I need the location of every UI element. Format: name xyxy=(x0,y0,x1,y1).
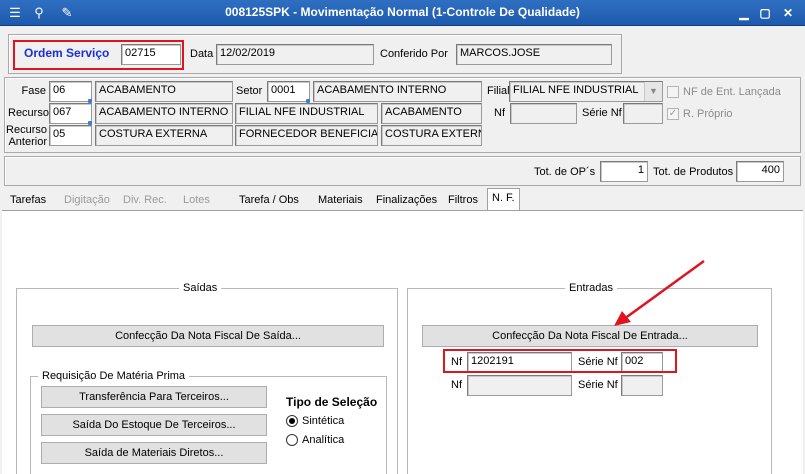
nf-ent-label: NF de Ent. Lançada xyxy=(683,86,781,98)
nf-ent-checkbox[interactable] xyxy=(667,86,679,98)
recurso-anterior-code-field[interactable]: 05 xyxy=(49,125,92,146)
setor-desc-field: ACABAMENTO INTERNO xyxy=(313,81,482,102)
recurso-anterior-forn-field: FORNECEDOR BENEFICIADC xyxy=(235,125,378,146)
transferencia-button[interactable]: Transferência Para Terceiros... xyxy=(41,386,267,408)
fase-code-field[interactable]: 06 xyxy=(49,81,92,102)
entrada-serie2-field[interactable] xyxy=(621,375,663,396)
saida-materiais-button[interactable]: Saída de Materiais Diretos... xyxy=(41,442,267,464)
radio-analitica[interactable] xyxy=(286,434,298,446)
tipo-selecao-label: Tipo de Seleção xyxy=(286,395,378,409)
recurso-anterior-line1: Recurso xyxy=(6,124,47,136)
entrada-nf2-label: Nf xyxy=(451,379,462,391)
proprio-checkbox[interactable]: ✓ xyxy=(667,108,679,120)
radio-sintetica-label: Sintética xyxy=(302,415,345,427)
window-title: 008125SPK - Movimentação Normal (1-Contr… xyxy=(225,5,580,19)
tab-materiais[interactable]: Materiais xyxy=(318,191,363,210)
data-label: Data xyxy=(190,48,214,60)
radio-selected-dot xyxy=(289,418,295,424)
filial-select[interactable]: FILIAL NFE INDUSTRIAL xyxy=(509,81,663,102)
highlight-ordem xyxy=(13,40,184,70)
tot-produtos-field: 400 xyxy=(736,161,784,182)
conferido-label: Conferido Por xyxy=(380,48,448,60)
proprio-label: R. Próprio xyxy=(683,108,733,120)
tab-tarefa-obs[interactable]: Tarefa / Obs xyxy=(239,191,299,210)
radio-analitica-label: Analítica xyxy=(302,434,345,446)
tab-digitacao[interactable]: Digitação xyxy=(64,191,110,210)
arrow-head xyxy=(614,311,631,326)
filial-label: Filial xyxy=(487,85,510,97)
setor-label: Setor xyxy=(236,85,263,97)
tab-div-rec[interactable]: Div. Rec. xyxy=(123,191,167,210)
nf-label: Nf xyxy=(494,107,505,119)
fase-label: Fase xyxy=(21,85,46,97)
radio-sintetica[interactable] xyxy=(286,415,298,427)
tab-tarefas[interactable]: Tarefas xyxy=(10,191,46,210)
tab-finalizacoes[interactable]: Finalizações xyxy=(376,191,437,210)
nf-field[interactable] xyxy=(510,103,577,124)
confeccao-saida-button[interactable]: Confecção Da Nota Fiscal De Saída... xyxy=(32,325,384,347)
recurso-anterior-line2: Anterior xyxy=(8,136,47,148)
chevron-down-icon[interactable]: ▼ xyxy=(644,82,662,101)
tab-filtros[interactable]: Filtros xyxy=(448,191,478,210)
highlight-entrada-nf xyxy=(443,349,677,373)
tab-nf[interactable]: N. F. xyxy=(487,188,520,210)
tab-lotes[interactable]: Lotes xyxy=(183,191,210,210)
recurso-filial-field: FILIAL NFE INDUSTRIAL xyxy=(235,103,378,124)
recurso-setor-field: ACABAMENTO xyxy=(381,103,482,124)
saidas-title: Saídas xyxy=(179,282,222,294)
tot-op-label: Tot. de OP´s xyxy=(534,166,596,178)
tot-op-field: 1 xyxy=(600,161,648,182)
recurso-desc-field: ACABAMENTO INTERNO - F xyxy=(95,103,233,124)
title-bar: ☰ ⚲ ✎ 008125SPK - Movimentação Normal (1… xyxy=(0,0,805,26)
recurso-anterior-setor-field: COSTURA EXTERNA xyxy=(381,125,482,146)
entrada-serie2-label: Série Nf xyxy=(578,379,618,391)
arrow-shaft xyxy=(623,259,705,321)
data-field[interactable]: 12/02/2019 xyxy=(216,44,374,65)
requisicao-title: Requisição De Matéria Prima xyxy=(38,370,190,382)
serie-nf-field[interactable] xyxy=(623,103,663,124)
saida-estoque-button[interactable]: Saída Do Estoque De Terceiros... xyxy=(41,414,267,436)
recurso-anterior-label: Recurso Anterior xyxy=(6,124,47,148)
annotation-arrow-icon xyxy=(614,259,705,326)
minimize-icon[interactable]: ▁ xyxy=(736,5,752,21)
recurso-anterior-desc-field: COSTURA EXTERNA xyxy=(95,125,233,146)
entrada-nf2-field[interactable] xyxy=(467,375,572,396)
serie-nf-label: Série Nf xyxy=(582,107,622,119)
setor-code-field[interactable]: 0001 xyxy=(267,81,310,102)
tot-produtos-label: Tot. de Produtos xyxy=(653,166,734,178)
close-icon[interactable]: ✕ xyxy=(780,5,796,21)
conferido-field[interactable]: MARCOS.JOSE xyxy=(456,44,612,65)
fase-desc-field: ACABAMENTO xyxy=(95,81,233,102)
recurso-label: Recurso xyxy=(8,107,49,119)
maximize-icon[interactable]: ▢ xyxy=(757,5,773,21)
recurso-code-field[interactable]: 067 xyxy=(49,103,92,124)
